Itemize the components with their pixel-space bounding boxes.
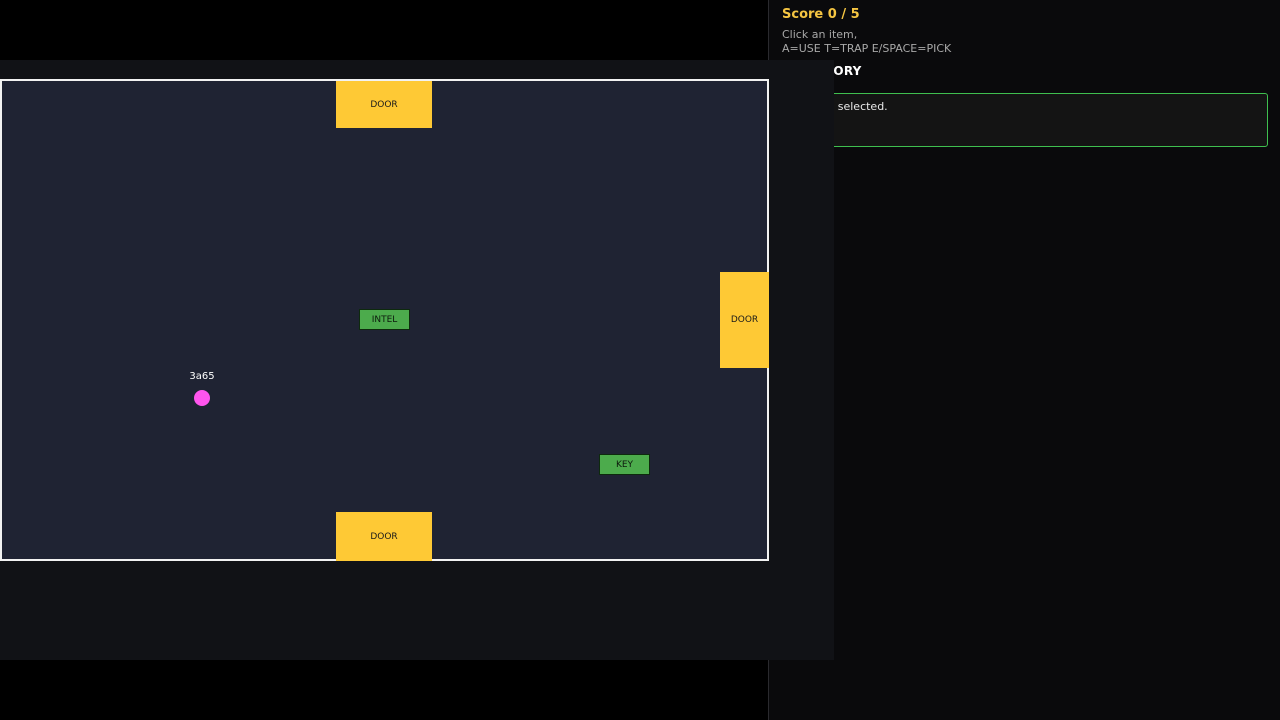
score-display: Score 0 / 5: [782, 7, 860, 22]
item-key[interactable]: KEY: [599, 454, 650, 475]
door-right[interactable]: DOOR: [720, 272, 769, 368]
player-avatar: [194, 390, 210, 406]
game-canvas[interactable]: DOOR DOOR DOOR INTEL KEY 3a65: [0, 60, 834, 660]
help-line-2: A=USE T=TRAP E/SPACE=PICK: [782, 42, 952, 55]
help-line-1: Click an item,: [782, 28, 858, 41]
inventory-box[interactable]: Nothing selected.: [782, 93, 1268, 147]
player-label: 3a65: [189, 371, 215, 382]
door-top[interactable]: DOOR: [336, 81, 432, 128]
controls-help: Click an item, A=USE T=TRAP E/SPACE=PICK: [782, 28, 951, 56]
game-arena[interactable]: DOOR DOOR DOOR INTEL KEY 3a65: [0, 79, 769, 561]
door-bottom[interactable]: DOOR: [336, 512, 432, 561]
side-panel: Score 0 / 5 Click an item, A=USE T=TRAP …: [768, 0, 1280, 720]
item-intel[interactable]: INTEL: [359, 309, 410, 330]
